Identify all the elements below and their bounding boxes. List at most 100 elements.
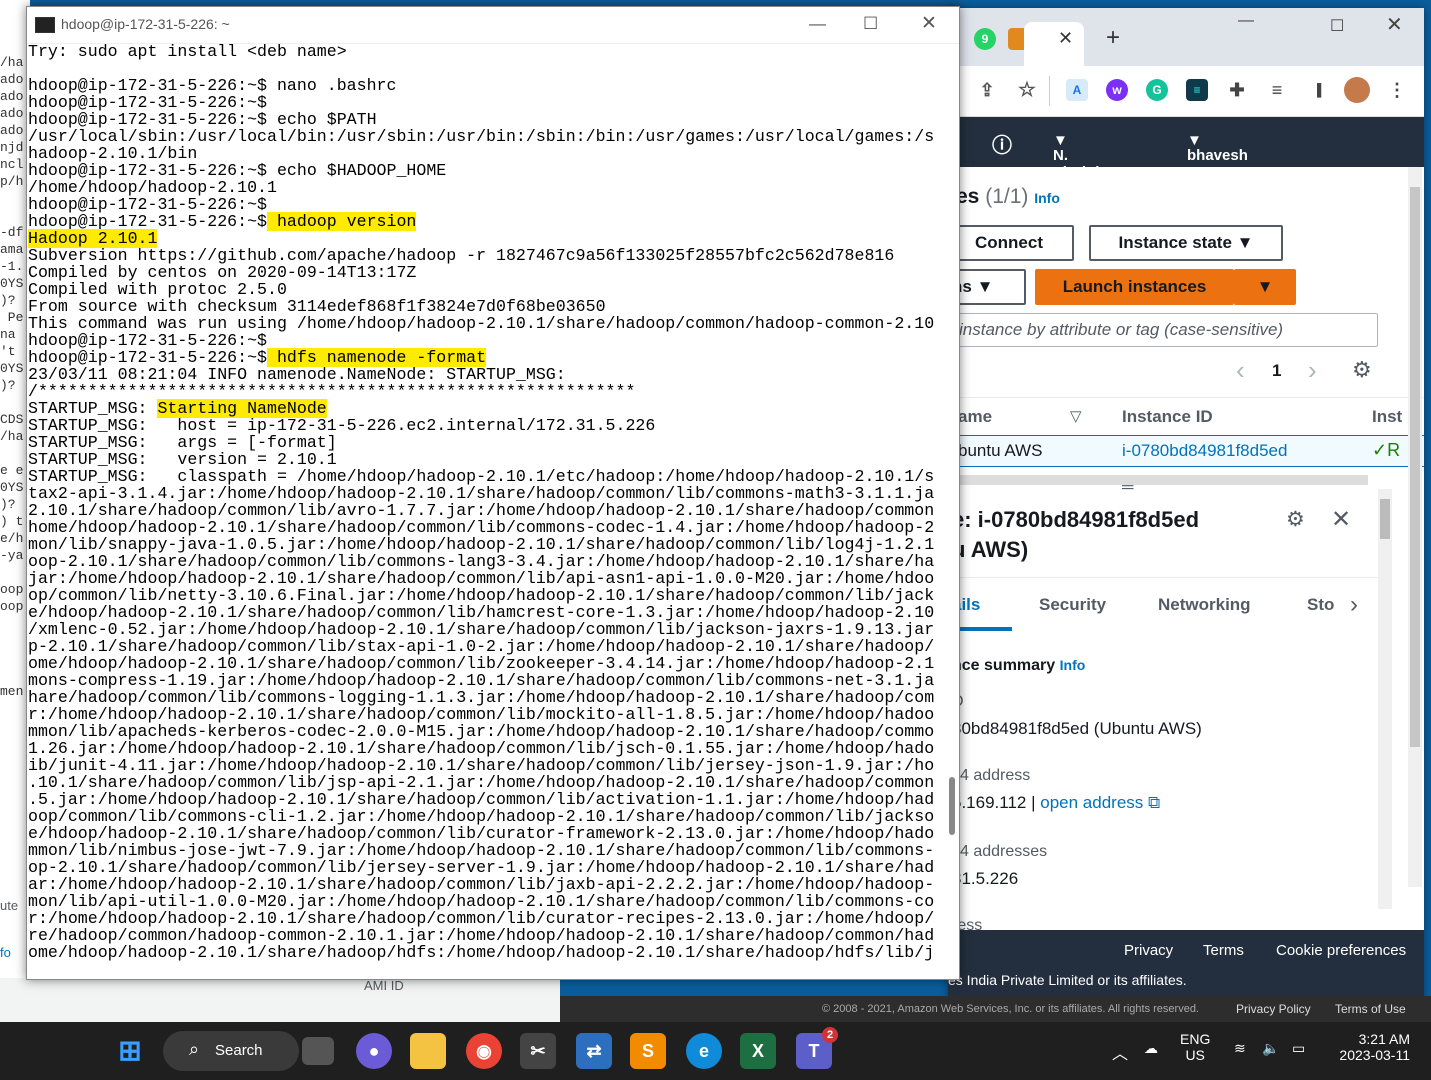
terminal-line: re/hadoop/common/hadoop-common-2.10.1.ja…: [28, 926, 935, 945]
footer-privacy-link[interactable]: Privacy: [1124, 942, 1173, 959]
desktop-fragment: /ha: [0, 55, 24, 70]
desktop-fragment: na: [0, 327, 16, 342]
media-queue-icon[interactable]: ≡: [1266, 79, 1288, 101]
new-tab-icon[interactable]: +: [1106, 24, 1120, 52]
terminal-line: hdoop@ip-172-31-5-226:~$ hdfs namenode -…: [28, 348, 487, 367]
extensions-puzzle-icon[interactable]: ✚: [1226, 79, 1248, 101]
avatar[interactable]: [1344, 77, 1370, 103]
chat-icon[interactable]: ●: [356, 1033, 392, 1069]
equalizer-extension-icon[interactable]: ≡: [1186, 79, 1208, 101]
launch-instances-button[interactable]: Launch instances: [1035, 269, 1234, 305]
footer-terms-link[interactable]: Terms: [1203, 942, 1244, 959]
tab-scroll-right-icon[interactable]: ›: [1350, 591, 1358, 619]
active-tab[interactable]: ✕: [1024, 22, 1084, 66]
bookmark-star-icon[interactable]: ☆: [1016, 79, 1038, 101]
detail-scrollbar[interactable]: [1378, 489, 1392, 909]
terminal-scrollbar[interactable]: [949, 777, 955, 835]
maximize-icon[interactable]: ☐: [863, 14, 878, 34]
snipping-tool-icon[interactable]: ✂: [520, 1033, 556, 1069]
menu-kebab-icon[interactable]: ⋮: [1386, 79, 1408, 101]
resize-handle[interactable]: ═: [1122, 479, 1133, 497]
clock[interactable]: 3:21 AM 2023-03-11: [1330, 1031, 1410, 1063]
terminal-line: Try: sudo apt install <deb name>: [28, 43, 347, 61]
terminal-window[interactable]: hdoop@ip-172-31-5-226: ~ — ☐ ✕ Try: sudo…: [26, 6, 960, 980]
info-link[interactable]: Info: [1034, 190, 1060, 206]
open-address-link[interactable]: open address: [1040, 793, 1143, 812]
close-window-icon[interactable]: ✕: [1386, 12, 1403, 37]
edge-icon[interactable]: e: [686, 1033, 722, 1069]
terms-of-use-link[interactable]: Terms of Use: [1335, 1002, 1406, 1016]
privacy-policy-link[interactable]: Privacy Policy: [1236, 1002, 1311, 1016]
tab-networking[interactable]: Networking: [1158, 595, 1251, 615]
region-selector[interactable]: N. Virginia ▼: [1053, 132, 1108, 181]
desktop-fragment: njd: [0, 140, 24, 155]
settings-gear-icon[interactable]: ⚙: [1352, 357, 1372, 383]
horizontal-scrollbar[interactable]: [948, 475, 1368, 485]
left-fragment-info: fo: [0, 945, 11, 960]
maximize-icon[interactable]: ☐: [1330, 16, 1344, 36]
terminal-line: 1.26.jar:/home/hdoop/hadoop-2.10.1/share…: [28, 739, 935, 758]
w-extension-icon[interactable]: w: [1106, 79, 1128, 101]
grammarly-icon[interactable]: G: [1146, 79, 1168, 101]
volume-icon[interactable]: 🔈: [1262, 1040, 1279, 1057]
launch-dropdown-button[interactable]: ▼: [1234, 269, 1296, 305]
instance-state-button[interactable]: Instance state ▼: [1089, 225, 1283, 261]
share-icon[interactable]: ⇪: [976, 79, 998, 101]
col-instance-id[interactable]: Instance ID: [1122, 407, 1213, 427]
tray-expand-icon[interactable]: ︿: [1112, 1040, 1128, 1064]
sublime-icon[interactable]: S: [630, 1033, 666, 1069]
col-name[interactable]: ame: [958, 407, 992, 427]
desktop-fragment: )?: [0, 293, 16, 308]
whatsapp-icon[interactable]: 9: [974, 28, 996, 50]
footer-company: es India Private Limited or its affiliat…: [948, 972, 1187, 988]
side-panel-icon[interactable]: ▐: [1306, 79, 1328, 101]
minimize-icon[interactable]: —: [1238, 12, 1254, 30]
detail-settings-icon[interactable]: ⚙: [1286, 507, 1305, 532]
terminal-output[interactable]: Try: sudo apt install <deb name> hdoop@ip…: [27, 43, 941, 979]
background-page-strip: AMI ID: [0, 978, 560, 1022]
terminal-line: tax2-api-3.1.4.jar:/home/hdoop/hadoop-2.…: [28, 484, 935, 503]
tab-storage[interactable]: Sto: [1307, 595, 1334, 615]
minimize-icon[interactable]: —: [809, 14, 826, 34]
col-instance-state[interactable]: Inst: [1372, 407, 1402, 427]
next-page-icon[interactable]: ›: [1308, 355, 1317, 386]
wifi-icon[interactable]: ≋: [1234, 1040, 1246, 1057]
excel-icon[interactable]: X: [740, 1033, 776, 1069]
teams-icon[interactable]: T2: [796, 1027, 838, 1069]
close-tab-icon[interactable]: ✕: [1058, 28, 1073, 49]
table-row[interactable]: buntu AWS i-0780bd84981f8d5ed ✓R: [948, 435, 1424, 467]
desktop-fragment: ado: [0, 123, 24, 138]
account-menu[interactable]: bhavesh @ 2405-7822-3802 ▼: [1187, 132, 1248, 215]
terminal-line: STARTUP_MSG: Starting NameNode: [28, 399, 327, 418]
taskbar-search[interactable]: ⌕ Search: [163, 1031, 299, 1071]
left-fragment-ute: ute: [0, 898, 19, 913]
prev-page-icon[interactable]: ‹: [1236, 355, 1245, 386]
external-link-icon: ⧉: [1148, 793, 1161, 812]
language-indicator[interactable]: ENG US: [1180, 1031, 1210, 1063]
connect-button[interactable]: Connect: [948, 225, 1074, 261]
windows-start-icon[interactable]: ⊞: [112, 1033, 148, 1069]
detail-title: e: i-0780bd84981f8d5ed: [952, 507, 1200, 532]
page-scrollbar[interactable]: [1408, 167, 1422, 887]
sort-icon[interactable]: ▽: [1070, 407, 1082, 425]
close-detail-icon[interactable]: ✕: [1331, 505, 1351, 534]
translate-extension-icon[interactable]: A: [1066, 79, 1088, 101]
network-app-icon[interactable]: ⇄: [576, 1033, 612, 1069]
search-icon: ⌕: [189, 1039, 200, 1059]
terminal-line: .5.jar:/home/hdoop/hadoop-2.10.1/share/h…: [28, 790, 935, 809]
tab-security[interactable]: Security: [1039, 595, 1106, 615]
desktop-fragment: ama: [0, 242, 24, 257]
file-explorer-icon[interactable]: [410, 1033, 446, 1069]
terminal-line: op-2.10.1/share/hadoop/common/lib/jersey…: [28, 858, 935, 877]
page-number[interactable]: 1: [1272, 361, 1281, 381]
footer-cookie-link[interactable]: Cookie preferences: [1276, 942, 1406, 959]
battery-icon[interactable]: ▭: [1292, 1040, 1305, 1057]
help-icon[interactable]: ⓘ: [992, 129, 1012, 158]
close-window-icon[interactable]: ✕: [921, 12, 937, 35]
chrome-icon[interactable]: ◉: [466, 1033, 502, 1069]
task-view-icon[interactable]: [302, 1037, 334, 1065]
search-input[interactable]: instance by attribute or tag (case-sensi…: [948, 313, 1378, 347]
desktop-fragment: p/h: [0, 174, 24, 189]
running-check-icon: ✓R: [1372, 440, 1401, 460]
tray-onedrive-icon[interactable]: ☁: [1144, 1040, 1158, 1057]
